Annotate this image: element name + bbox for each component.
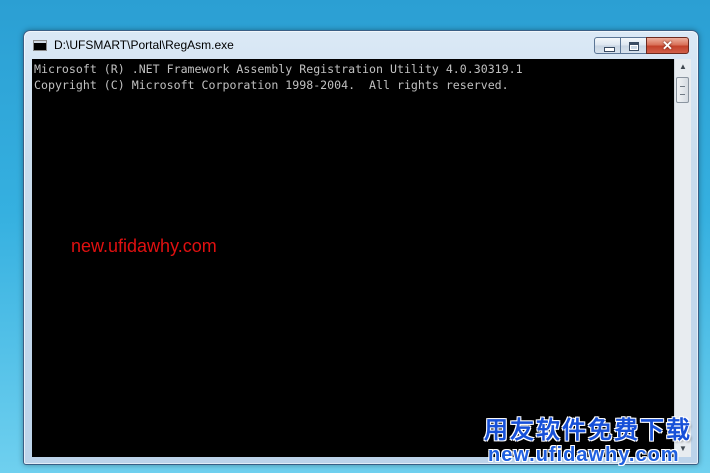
minimize-button[interactable] [594,37,621,54]
maximize-button[interactable] [620,37,647,54]
console-line: Copyright (C) Microsoft Corporation 1998… [34,78,509,92]
watermark-url-red: new.ufidawhy.com [71,236,217,256]
scroll-up-icon[interactable]: ▲ [675,59,691,75]
console-output[interactable]: Microsoft (R) .NET Framework Assembly Re… [32,59,674,457]
close-button[interactable]: ✕ [646,37,689,54]
console-line: Microsoft (R) .NET Framework Assembly Re… [34,62,523,76]
title-bar[interactable]: D:\UFSMART\Portal\RegAsm.exe ✕ [24,31,698,59]
console-window: D:\UFSMART\Portal\RegAsm.exe ✕ Microsoft… [23,30,699,465]
close-icon: ✕ [662,38,673,53]
scroll-thumb[interactable] [676,77,689,103]
watermark-brand-cn: 用友软件免费下载 [484,417,692,444]
console-app-icon[interactable] [33,40,47,51]
window-title: D:\UFSMART\Portal\RegAsm.exe [54,38,234,52]
minimize-icon [595,38,620,53]
watermark-brand-url: new.ufidawhy.com [488,444,680,466]
maximize-icon [621,38,646,53]
vertical-scrollbar[interactable]: ▲ ▼ [674,59,691,457]
